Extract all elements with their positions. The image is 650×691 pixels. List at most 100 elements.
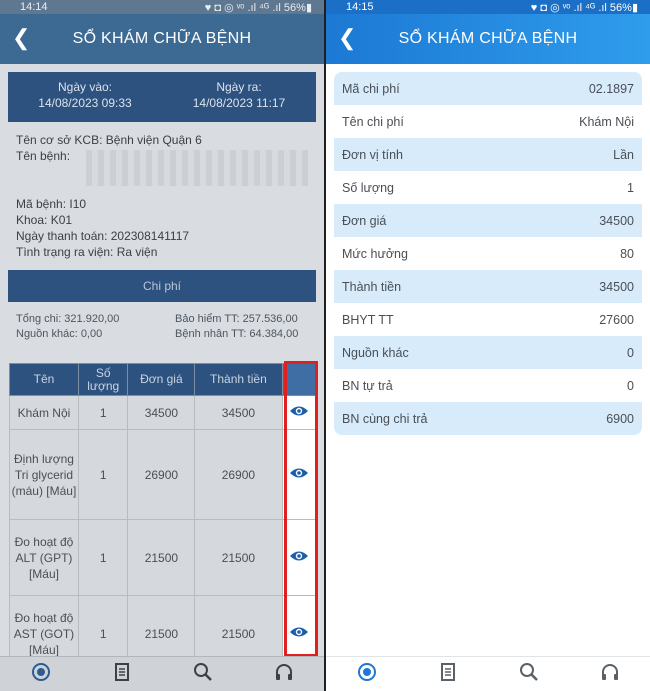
payment-date: Ngày thanh toán: 202308141117: [16, 229, 190, 243]
col-header-total: Thành tiền: [194, 363, 283, 396]
cell-qty: 1: [77, 519, 129, 596]
detail-row-quantity: Số lượng 1: [334, 171, 642, 204]
tab-3[interactable]: [499, 661, 559, 683]
admission-date: 14/08/2023 09:33: [38, 96, 132, 110]
cell-price: 21500: [127, 519, 196, 596]
detail-label: Mức hưởng: [342, 246, 408, 261]
table-row: Định lượng Tri glycerid (máu) [Máu] 1 26…: [9, 429, 318, 520]
cell-qty: 1: [77, 595, 129, 656]
cost-summary: Tổng chi: 321.920,00 Nguồn khác: 0,00 Bả…: [0, 302, 324, 342]
insurance-paid: Bảo hiểm TT: 257.536,00: [175, 313, 298, 325]
status-time: 14:15: [346, 1, 374, 13]
detail-row-patient-copay: BN cùng chi trả 6900: [334, 402, 642, 435]
cell-qty: 1: [77, 395, 129, 430]
detail-row-insurance-paid: BHYT TT 27600: [334, 303, 642, 336]
tab-1[interactable]: [11, 661, 71, 683]
tab-2[interactable]: [92, 661, 152, 683]
admission-label: Ngày vào:: [57, 80, 113, 94]
cost-table: Tên Số lượng Đơn giá Thành tiền Khám Nội…: [9, 363, 318, 656]
status-icons: ♥ ◘ ◎ ᵛᵒ .ıl ⁴ᴳ .ıl 56%▮: [530, 1, 638, 14]
detail-label: Số lượng: [342, 180, 395, 195]
cell-name: Khám Nội: [9, 395, 79, 430]
discharge-status: Tình trạng ra viện: Ra viện: [16, 245, 158, 259]
col-header-price: Đơn giá: [127, 363, 196, 396]
detail-value: 02.1897: [588, 81, 634, 96]
discharge-date: 14/08/2023 11:17: [192, 96, 286, 110]
cell-name: Định lượng Tri glycerid (máu) [Máu]: [9, 429, 79, 520]
magnifier-icon: [193, 663, 212, 681]
detail-row-unit-price: Đơn giá 34500: [334, 204, 642, 237]
detail-value: Khám Nội: [579, 114, 634, 129]
cost-detail-content: Mã chi phí 02.1897 Tên chi phí Khám Nội Đơ…: [326, 64, 650, 435]
right-screen: 14:15 ♥ ◘ ◎ ᵛᵒ .ıl ⁴ᴳ .ıl 56%▮ ❮ SỔ KHÁM…: [326, 0, 650, 691]
cell-price: 21500: [127, 595, 196, 656]
detail-row-benefit-rate: Mức hưởng 80: [334, 237, 642, 270]
visit-info: Tên cơ sở KCB: Bệnh viện Quận 6 Tên bệnh…: [0, 122, 324, 260]
detail-value: 27600: [599, 312, 634, 327]
detail-row-cost-name: Tên chi phí Khám Nội: [334, 105, 642, 138]
total-cost: Tổng chi: 321.920,00: [16, 313, 120, 325]
status-bar: 14:15 ♥ ◘ ◎ ᵛᵒ .ıl ⁴ᴳ .ıl 56%▮: [326, 0, 650, 14]
tab-4[interactable]: [580, 661, 640, 683]
blurred-disease-name: [86, 150, 308, 186]
document-icon: [114, 663, 129, 681]
tab-1[interactable]: [337, 661, 397, 683]
headset-icon: [275, 664, 292, 680]
detail-label: Đơn vị tính: [342, 147, 403, 162]
cost-detail-list: Mã chi phí 02.1897 Tên chi phí Khám Nội Đơ…: [334, 72, 642, 435]
back-arrow-icon[interactable]: ❮: [338, 26, 356, 50]
status-time: 14:14: [20, 1, 48, 13]
detail-value: 80: [620, 246, 634, 261]
table-header: Tên Số lượng Đơn giá Thành tiền: [9, 363, 318, 396]
date-panel: Ngày vào: 14/08/2023 09:33 Ngày ra: 14/0…: [8, 72, 316, 122]
status-icons: ♥ ◘ ◎ ᵛᵒ .ıl ⁴ᴳ .ıl 56%▮: [204, 1, 312, 14]
tab-4[interactable]: [254, 661, 314, 683]
col-header-name: Tên: [9, 363, 79, 396]
left-screen: 14:14 ♥ ◘ ◎ ᵛᵒ .ıl ⁴ᴳ .ıl 56%▮ ❮ SỔ KHÁM…: [0, 0, 324, 691]
department: Khoa: K01: [16, 213, 73, 227]
detail-value: 34500: [599, 279, 634, 294]
document-icon: [440, 663, 455, 681]
cell-total: 34500: [194, 395, 283, 430]
cell-name: Đo hoạt độ AST (GOT) [Máu]: [9, 595, 79, 656]
detail-label: Tên chi phí: [342, 114, 404, 129]
detail-value: 34500: [599, 213, 634, 228]
cell-total: 21500: [194, 519, 283, 596]
detail-label: Thành tiền: [342, 279, 402, 294]
tab-2[interactable]: [418, 661, 478, 683]
highlight-annotation-box: [284, 361, 318, 656]
detail-label: BHYT TT: [342, 312, 394, 327]
detail-label: Mã chi phí: [342, 81, 400, 96]
table-row: Khám Nội 1 34500 34500: [9, 395, 318, 430]
status-bar: 14:14 ♥ ◘ ◎ ᵛᵒ .ıl ⁴ᴳ .ıl 56%▮: [0, 0, 324, 14]
medal-icon: [31, 663, 50, 681]
detail-label: BN tự trả: [342, 378, 393, 393]
page-title: SỔ KHÁM CHỮA BỆNH: [72, 30, 252, 47]
cell-price: 34500: [127, 395, 196, 430]
detail-row-other-source: Nguồn khác 0: [334, 336, 642, 369]
detail-label: BN cùng chi trả: [342, 411, 428, 426]
page-title: SỔ KHÁM CHỮA BỆNH: [398, 30, 578, 47]
tab-3[interactable]: [173, 661, 233, 683]
detail-label: Nguồn khác: [342, 345, 409, 360]
medal-icon: [357, 663, 376, 681]
bottom-tab-bar: [326, 656, 650, 691]
cell-total: 21500: [194, 595, 283, 656]
table-row: Đo hoạt độ ALT (GPT) [Máu] 1 21500 21500: [9, 519, 318, 596]
detail-value: Lần: [613, 147, 634, 162]
detail-row-unit: Đơn vị tính Lần: [334, 138, 642, 171]
detail-row-patient-self-pay: BN tự trả 0: [334, 369, 642, 402]
cell-price: 26900: [127, 429, 196, 520]
headset-icon: [601, 664, 618, 680]
disease-code: Mã bệnh: I10: [16, 197, 87, 211]
record-content: Ngày vào: 14/08/2023 09:33 Ngày ra: 14/0…: [0, 64, 324, 656]
cell-name: Đo hoạt độ ALT (GPT) [Máu]: [9, 519, 79, 596]
back-arrow-icon[interactable]: ❮: [12, 26, 30, 50]
detail-row-amount: Thành tiền 34500: [334, 270, 642, 303]
other-source: Nguồn khác: 0,00: [16, 328, 103, 340]
cost-section-title: Chi phí: [8, 270, 316, 302]
detail-label: Đơn giá: [342, 213, 387, 228]
detail-value: 0: [627, 345, 634, 360]
table-row: Đo hoạt độ AST (GOT) [Máu] 1 21500 21500: [9, 595, 318, 656]
cell-total: 26900: [194, 429, 283, 520]
